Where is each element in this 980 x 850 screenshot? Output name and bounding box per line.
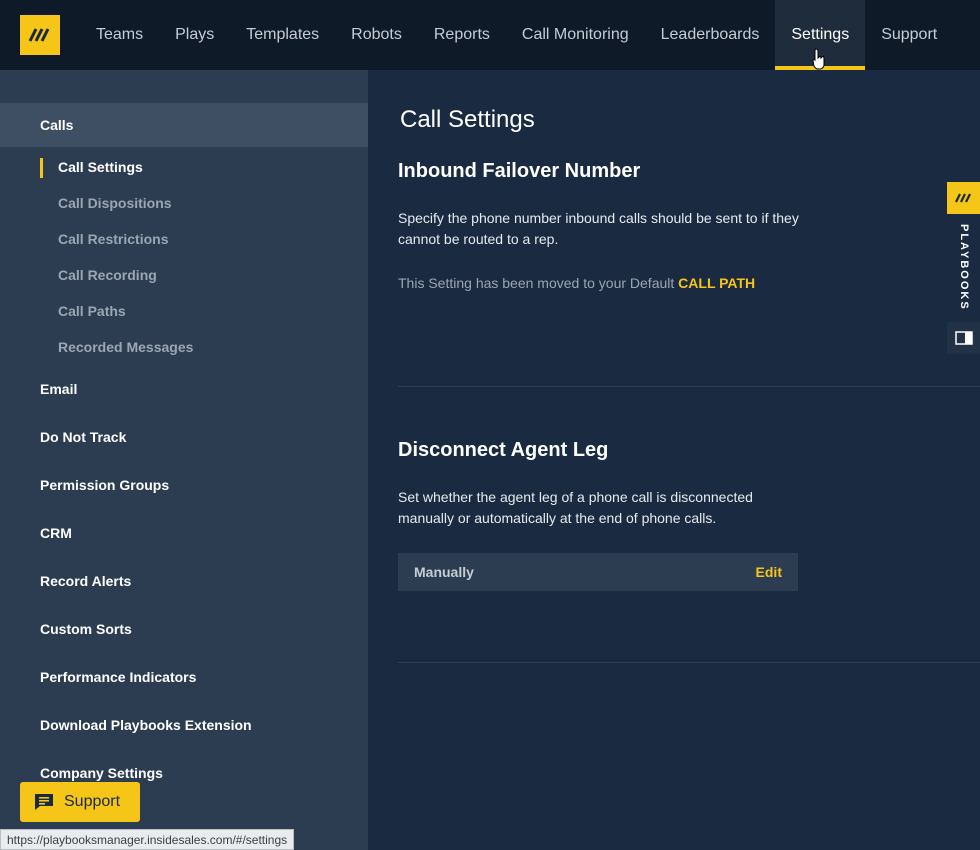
main-content: Call Settings Inbound Failover Number Sp… [368,70,980,850]
panel-toggle-icon[interactable] [947,322,980,354]
moved-note-text: This Setting has been moved to your Defa… [398,275,675,291]
sidebar-item-crm[interactable]: CRM [0,511,368,555]
sidebar-item-download-extension[interactable]: Download Playbooks Extension [0,703,368,747]
support-button-label: Support [64,793,121,810]
disconnect-setting-row: Manually Edit [398,553,798,591]
sidebar-item-custom-sorts[interactable]: Custom Sorts [0,607,368,651]
slashes-logo-icon [28,28,50,42]
settings-sidebar: Calls Call Settings Call Dispositions Ca… [0,70,368,850]
nav-robots[interactable]: Robots [335,0,418,70]
sidebar-subitem-call-recording[interactable]: Call Recording [58,267,157,283]
nav-templates[interactable]: Templates [230,0,335,70]
moved-note: This Setting has been moved to your Defa… [398,275,755,291]
status-url-tooltip: https://playbooksmanager.insidesales.com… [0,829,295,850]
nav-support[interactable]: Support [865,0,953,70]
sidebar-item-do-not-track[interactable]: Do Not Track [0,415,368,459]
active-sub-marker [40,158,43,178]
playbooks-logo[interactable] [947,182,980,214]
sidebar-item-performance-indicators[interactable]: Performance Indicators [0,655,368,699]
sidebar-subitem-call-dispositions[interactable]: Call Dispositions [58,195,172,211]
sidebar-subitem-call-restrictions[interactable]: Call Restrictions [58,231,168,247]
inbound-failover-description: Specify the phone number inbound calls s… [398,210,799,247]
page-title: Call Settings [400,106,535,133]
sidebar-item-permission-groups[interactable]: Permission Groups [0,463,368,507]
sidebar-item-calls[interactable]: Calls [0,103,368,147]
slashes-logo-icon [954,193,971,203]
app-logo[interactable] [20,15,60,55]
section-divider [398,386,980,387]
disconnect-agent-leg-description: Set whether the agent leg of a phone cal… [398,489,753,526]
hand-cursor-icon [812,48,825,70]
disconnect-agent-leg-title: Disconnect Agent Leg [398,439,609,461]
playbooks-label[interactable]: PLAYBOOKS [952,224,976,311]
playbooks-side-tab[interactable]: PLAYBOOKS [947,182,980,354]
sidebar-subitem-recorded-messages[interactable]: Recorded Messages [58,339,193,355]
sidebar-subitem-call-paths[interactable]: Call Paths [58,303,126,319]
nav-call-monitoring[interactable]: Call Monitoring [506,0,645,70]
chat-icon [35,794,53,810]
inbound-failover-title: Inbound Failover Number [398,160,641,182]
call-path-link[interactable]: CALL PATH [678,275,755,291]
disconnect-value: Manually [414,564,474,580]
sidebar-subitem-call-settings[interactable]: Call Settings [58,159,143,175]
sidebar-item-record-alerts[interactable]: Record Alerts [0,559,368,603]
support-button[interactable]: Support [20,782,140,822]
nav-teams[interactable]: Teams [80,0,159,70]
nav-reports[interactable]: Reports [418,0,506,70]
top-navbar: Teams Plays Templates Robots Reports Cal… [0,0,980,70]
section-divider [398,662,980,663]
edit-button[interactable]: Edit [756,564,782,580]
sidebar-item-email[interactable]: Email [0,367,368,411]
nav-plays[interactable]: Plays [159,0,230,70]
nav-leaderboards[interactable]: Leaderboards [645,0,776,70]
